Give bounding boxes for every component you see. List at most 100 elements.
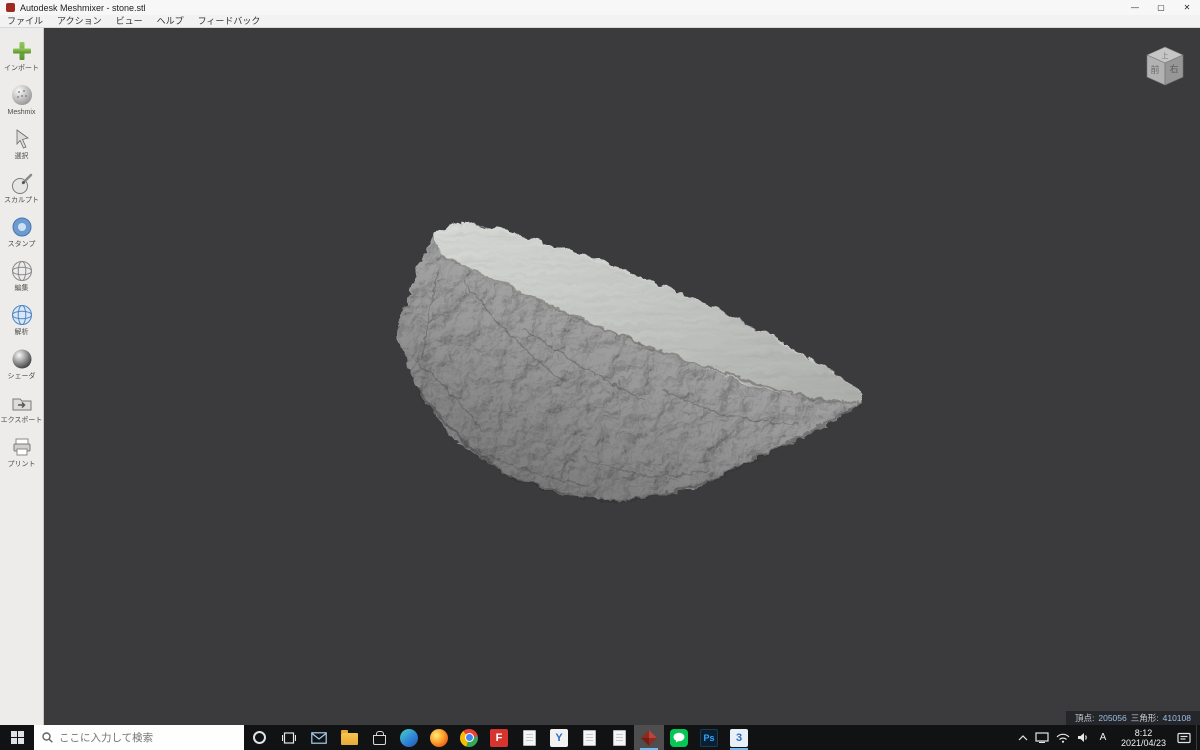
select-arrow-icon xyxy=(10,126,34,152)
vertices-label: 頂点: xyxy=(1075,713,1095,723)
menu-help[interactable]: ヘルプ xyxy=(150,15,191,28)
viewport-canvas[interactable]: 上 前 右 頂点: 205056 三角形: 410108 xyxy=(44,28,1200,725)
triangles-value: 410108 xyxy=(1162,713,1191,723)
ime-indicator[interactable]: A xyxy=(1096,732,1110,743)
meshmix-sphere-icon xyxy=(10,82,34,108)
wifi-icon[interactable] xyxy=(1056,732,1070,743)
windows-logo-icon xyxy=(10,731,24,744)
monitor-icon[interactable] xyxy=(1035,732,1049,743)
tool-palette: インポート Meshmix 選択 スカルプト スタンプ 編集 解析 シェーダ エ… xyxy=(0,28,44,725)
analysis-wireframe-sphere-icon xyxy=(10,302,34,328)
close-button[interactable]: ✕ xyxy=(1174,0,1200,15)
vertices-value: 205056 xyxy=(1098,713,1127,723)
taskbar-app-store[interactable] xyxy=(364,725,394,750)
export-folder-icon xyxy=(10,390,34,416)
tool-shaders-label: シェーダ xyxy=(7,372,36,380)
speaker-icon[interactable] xyxy=(1077,732,1089,743)
taskbar-app-doc2[interactable] xyxy=(574,725,604,750)
meshmixer-logo-icon xyxy=(6,3,15,12)
view-cube[interactable]: 上 前 右 xyxy=(1142,44,1188,88)
menu-bar: ファイル アクション ビュー ヘルプ フィードバック xyxy=(0,15,1200,28)
document-icon xyxy=(612,729,626,746)
taskbar-app-3d[interactable]: 3 xyxy=(724,725,754,750)
tool-edit[interactable]: 編集 xyxy=(0,253,44,297)
task-view-button[interactable] xyxy=(274,725,304,750)
view-cube-top-label: 上 xyxy=(1162,51,1169,60)
view-cube-right-label: 右 xyxy=(1169,63,1178,74)
maximize-button[interactable]: ▢ xyxy=(1148,0,1174,15)
photoshop-icon: Ps xyxy=(700,728,718,747)
edge-icon xyxy=(400,728,418,747)
action-center-icon[interactable] xyxy=(1177,732,1191,744)
meshmixer-icon xyxy=(641,729,657,746)
system-tray: A 8:12 2021/04/23 xyxy=(1012,725,1196,750)
tool-import-label: インポート xyxy=(4,64,39,72)
tool-select[interactable]: 選択 xyxy=(0,121,44,165)
tool-analysis[interactable]: 解析 xyxy=(0,297,44,341)
minimize-button[interactable]: — xyxy=(1122,0,1148,15)
menu-view[interactable]: ビュー xyxy=(109,15,150,28)
cortana-icon xyxy=(252,731,266,744)
mail-icon xyxy=(311,731,327,744)
taskbar-app-meshmixer[interactable] xyxy=(634,725,664,750)
taskbar-app-explorer[interactable] xyxy=(334,725,364,750)
menu-feedback[interactable]: フィードバック xyxy=(191,15,268,28)
document-icon xyxy=(582,729,596,746)
firefox-icon xyxy=(430,728,448,747)
taskbar-app-notepad[interactable] xyxy=(514,725,544,750)
stamp-icon xyxy=(10,214,34,240)
document-icon xyxy=(522,729,536,746)
tool-print-label: プリント xyxy=(7,460,36,468)
import-plus-icon xyxy=(10,38,34,64)
chrome-icon xyxy=(460,728,478,747)
menu-actions[interactable]: アクション xyxy=(50,15,109,28)
taskbar-app-y[interactable]: Y xyxy=(544,725,574,750)
taskbar-app-firefox[interactable] xyxy=(424,725,454,750)
tool-stamp[interactable]: スタンプ xyxy=(0,209,44,253)
taskbar-app-f[interactable]: F xyxy=(484,725,514,750)
mesh-stats-bar: 頂点: 205056 三角形: 410108 xyxy=(1066,711,1200,725)
search-icon xyxy=(42,732,53,743)
title-bar[interactable]: Autodesk Meshmixer - stone.stl — ▢ ✕ xyxy=(0,0,1200,15)
cortana-button[interactable] xyxy=(244,725,274,750)
taskbar-search[interactable] xyxy=(34,725,244,750)
start-button[interactable] xyxy=(0,725,34,750)
menu-file[interactable]: ファイル xyxy=(0,15,50,28)
meshmixer-window: Autodesk Meshmixer - stone.stl — ▢ ✕ ファイ… xyxy=(0,0,1200,750)
tray-chevron-up-icon[interactable] xyxy=(1018,734,1028,741)
taskbar-clock[interactable]: 8:12 2021/04/23 xyxy=(1117,728,1170,748)
clock-time: 8:12 xyxy=(1134,727,1153,738)
stone-model xyxy=(395,220,861,501)
search-input[interactable] xyxy=(59,731,219,744)
taskbar-app-photoshop[interactable]: Ps xyxy=(694,725,724,750)
tool-meshmix[interactable]: Meshmix xyxy=(0,77,44,121)
edit-wireframe-sphere-icon xyxy=(10,258,34,284)
tool-sculpt[interactable]: スカルプト xyxy=(0,165,44,209)
taskbar-app-chrome[interactable] xyxy=(454,725,484,750)
triangles-label: 三角形: xyxy=(1130,713,1159,723)
tool-select-label: 選択 xyxy=(14,152,29,160)
tool-shaders[interactable]: シェーダ xyxy=(0,341,44,385)
taskbar-app-doc3[interactable] xyxy=(604,725,634,750)
clock-date: 2021/04/23 xyxy=(1120,737,1166,748)
tool-edit-label: 編集 xyxy=(14,284,29,292)
windows-taskbar: F Y xyxy=(0,725,1200,750)
sculpt-brush-icon xyxy=(10,170,34,196)
show-desktop-strip[interactable] xyxy=(1196,725,1200,750)
tool-export-label: エクスポート xyxy=(0,416,43,424)
view-cube-front-label: 前 xyxy=(1150,64,1159,75)
tool-sculpt-label: スカルプト xyxy=(4,196,39,204)
three-d-app-icon: 3 xyxy=(730,728,748,747)
tool-import[interactable]: インポート xyxy=(0,33,44,77)
taskbar-app-edge[interactable] xyxy=(394,725,424,750)
taskbar-app-line[interactable] xyxy=(664,725,694,750)
tool-meshmix-label: Meshmix xyxy=(7,108,36,116)
tool-print[interactable]: プリント xyxy=(0,429,44,473)
print-icon xyxy=(10,434,34,460)
taskbar-app-mail[interactable] xyxy=(304,725,334,750)
tool-export[interactable]: エクスポート xyxy=(0,385,44,429)
tool-analysis-label: 解析 xyxy=(14,328,29,336)
y-app-icon: Y xyxy=(550,728,568,747)
task-view-icon xyxy=(282,731,296,744)
store-bag-icon xyxy=(372,730,386,745)
